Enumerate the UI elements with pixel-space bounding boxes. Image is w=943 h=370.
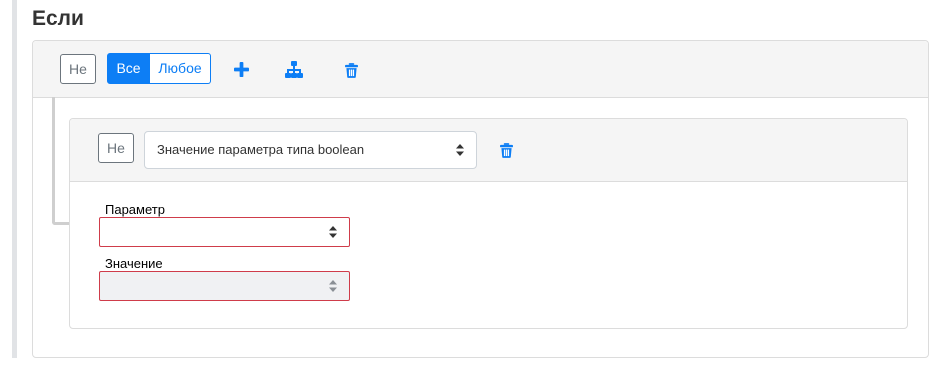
tree-connector (52, 97, 69, 225)
sort-caret-icon (456, 144, 464, 156)
conjunction-any-button[interactable]: Любое (150, 53, 211, 84)
add-group-button[interactable] (283, 58, 305, 80)
sitemap-icon (285, 60, 303, 78)
condition-rule: Не Значение параметра типа boolean Парам… (69, 118, 908, 329)
delete-group-button[interactable] (341, 59, 361, 81)
param-select[interactable] (99, 217, 350, 247)
value-label: Значение (105, 256, 163, 271)
conjunction-toggle: Все Любое (107, 53, 211, 84)
left-border-rule (12, 0, 17, 358)
value-select[interactable] (99, 271, 350, 301)
param-label: Параметр (105, 202, 165, 217)
plus-icon (233, 61, 249, 77)
trash-icon (344, 62, 358, 78)
rule-header: Не Значение параметра типа boolean (70, 119, 907, 182)
group-header: Не Все Любое (33, 41, 928, 98)
delete-rule-button[interactable] (496, 139, 516, 161)
rule-not-button[interactable]: Не (98, 133, 134, 163)
conjunction-all-button[interactable]: Все (107, 53, 150, 84)
sort-caret-icon (329, 226, 337, 238)
sort-caret-icon (329, 280, 337, 292)
section-heading: Если (32, 7, 84, 30)
rule-type-select[interactable]: Значение параметра типа boolean (144, 131, 477, 169)
add-rule-button[interactable] (231, 58, 251, 80)
group-not-button[interactable]: Не (60, 54, 96, 84)
trash-icon (499, 142, 513, 158)
rule-type-select-value: Значение параметра типа boolean (157, 142, 365, 157)
